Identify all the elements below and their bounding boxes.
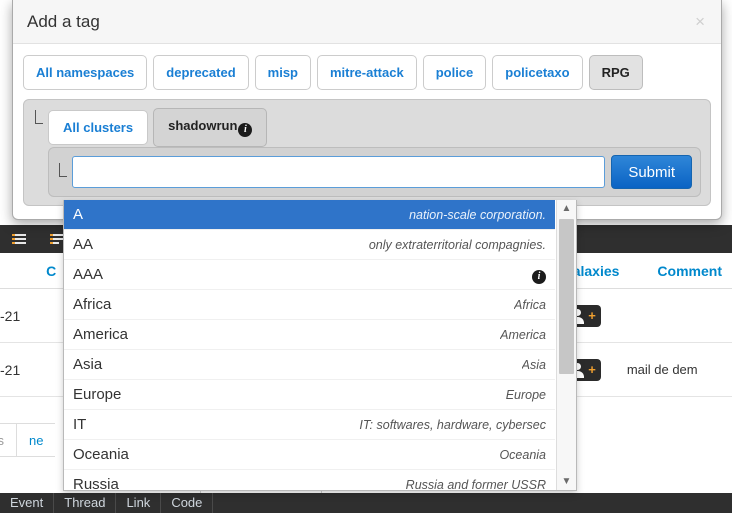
list-item[interactable]: AAA i — [64, 260, 555, 290]
tag-search-panel: Submit — [48, 147, 701, 197]
modal-body: All namespaces deprecated misp mitre-att… — [13, 44, 721, 206]
cluster-tab-shadowrun-label: shadowrun — [168, 118, 238, 133]
pagination-next[interactable]: ne — [15, 423, 56, 457]
scroll-up-icon[interactable]: ▲ — [557, 200, 576, 217]
tree-connector-icon — [33, 110, 45, 132]
dropdown-scrollbar[interactable]: ▲ ▼ — [556, 200, 576, 490]
tag-suggestions-dropdown[interactable]: A nation-scale corporation. AA only extr… — [63, 200, 577, 491]
list-item[interactable]: IT IT: softwares, hardware, cybersec — [64, 410, 555, 440]
namespace-tab-all-namespaces[interactable]: All namespaces — [23, 55, 148, 90]
bottom-bar-item-code[interactable]: Code — [161, 493, 214, 513]
list-item[interactable]: A nation-scale corporation. — [64, 200, 555, 230]
namespace-tab-rpg[interactable]: RPG — [588, 55, 643, 90]
namespace-tab-deprecated[interactable]: deprecated — [153, 55, 249, 90]
modal-header: Add a tag × — [13, 0, 721, 44]
bottom-bar-item-thread[interactable]: Thread — [54, 493, 117, 513]
info-icon[interactable]: i — [238, 123, 253, 137]
namespace-tab-mitre-attack[interactable]: mitre-attack — [317, 55, 417, 90]
list-item[interactable]: Oceania Oceania — [64, 440, 555, 470]
list-item[interactable]: Europe Europe — [64, 380, 555, 410]
namespace-tab-misp[interactable]: misp — [254, 55, 311, 90]
bottom-bar-item-event[interactable]: Event — [0, 493, 55, 513]
bottom-bar: Event Thread Link Code — [0, 493, 732, 513]
list-item[interactable]: Asia Asia — [64, 350, 555, 380]
tag-search-input[interactable] — [72, 156, 606, 188]
bottom-bar-item-link[interactable]: Link — [116, 493, 162, 513]
submit-button[interactable]: Submit — [611, 155, 692, 189]
scroll-down-icon[interactable]: ▼ — [557, 473, 576, 490]
namespace-tab-policetaxo[interactable]: policetaxo — [492, 55, 583, 90]
cluster-panel: All clusters shadowrun i Submit — [23, 99, 711, 206]
list-item[interactable]: Africa Africa — [64, 290, 555, 320]
scrollbar-thumb[interactable] — [559, 219, 574, 374]
toolbar-list-button[interactable] — [0, 225, 38, 253]
column-header-comment[interactable]: Comment — [647, 263, 732, 279]
add-tag-modal: Add a tag × All namespaces deprecated mi… — [12, 0, 722, 220]
cell-comment: mail de dem — [626, 362, 698, 377]
list-icon — [12, 233, 26, 245]
modal-title: Add a tag — [27, 11, 100, 31]
list-item[interactable]: AA only extraterritorial compagnies. — [64, 230, 555, 260]
cluster-tab-all-clusters[interactable]: All clusters — [48, 110, 149, 145]
tag-search-row: Submit — [72, 155, 692, 189]
column-header-date[interactable]: e↑ — [0, 263, 36, 279]
tree-connector-icon — [57, 163, 69, 185]
close-icon[interactable]: × — [693, 13, 707, 30]
namespace-tab-police[interactable]: police — [422, 55, 487, 90]
pagination-previous[interactable]: ous — [0, 423, 16, 457]
plus-icon: + — [588, 362, 596, 377]
tag-suggestion-list: A nation-scale corporation. AA only extr… — [64, 200, 555, 490]
plus-icon: + — [588, 308, 596, 323]
namespace-tab-list: All namespaces deprecated misp mitre-att… — [23, 55, 711, 90]
cluster-tab-shadowrun[interactable]: shadowrun i — [153, 108, 268, 147]
list-item[interactable]: America America — [64, 320, 555, 350]
list-item[interactable]: Russia Russia and former USSR — [64, 470, 555, 490]
item-info-wrapper: i — [531, 266, 546, 284]
list-align-icon — [50, 233, 64, 245]
info-icon[interactable]: i — [532, 269, 546, 284]
